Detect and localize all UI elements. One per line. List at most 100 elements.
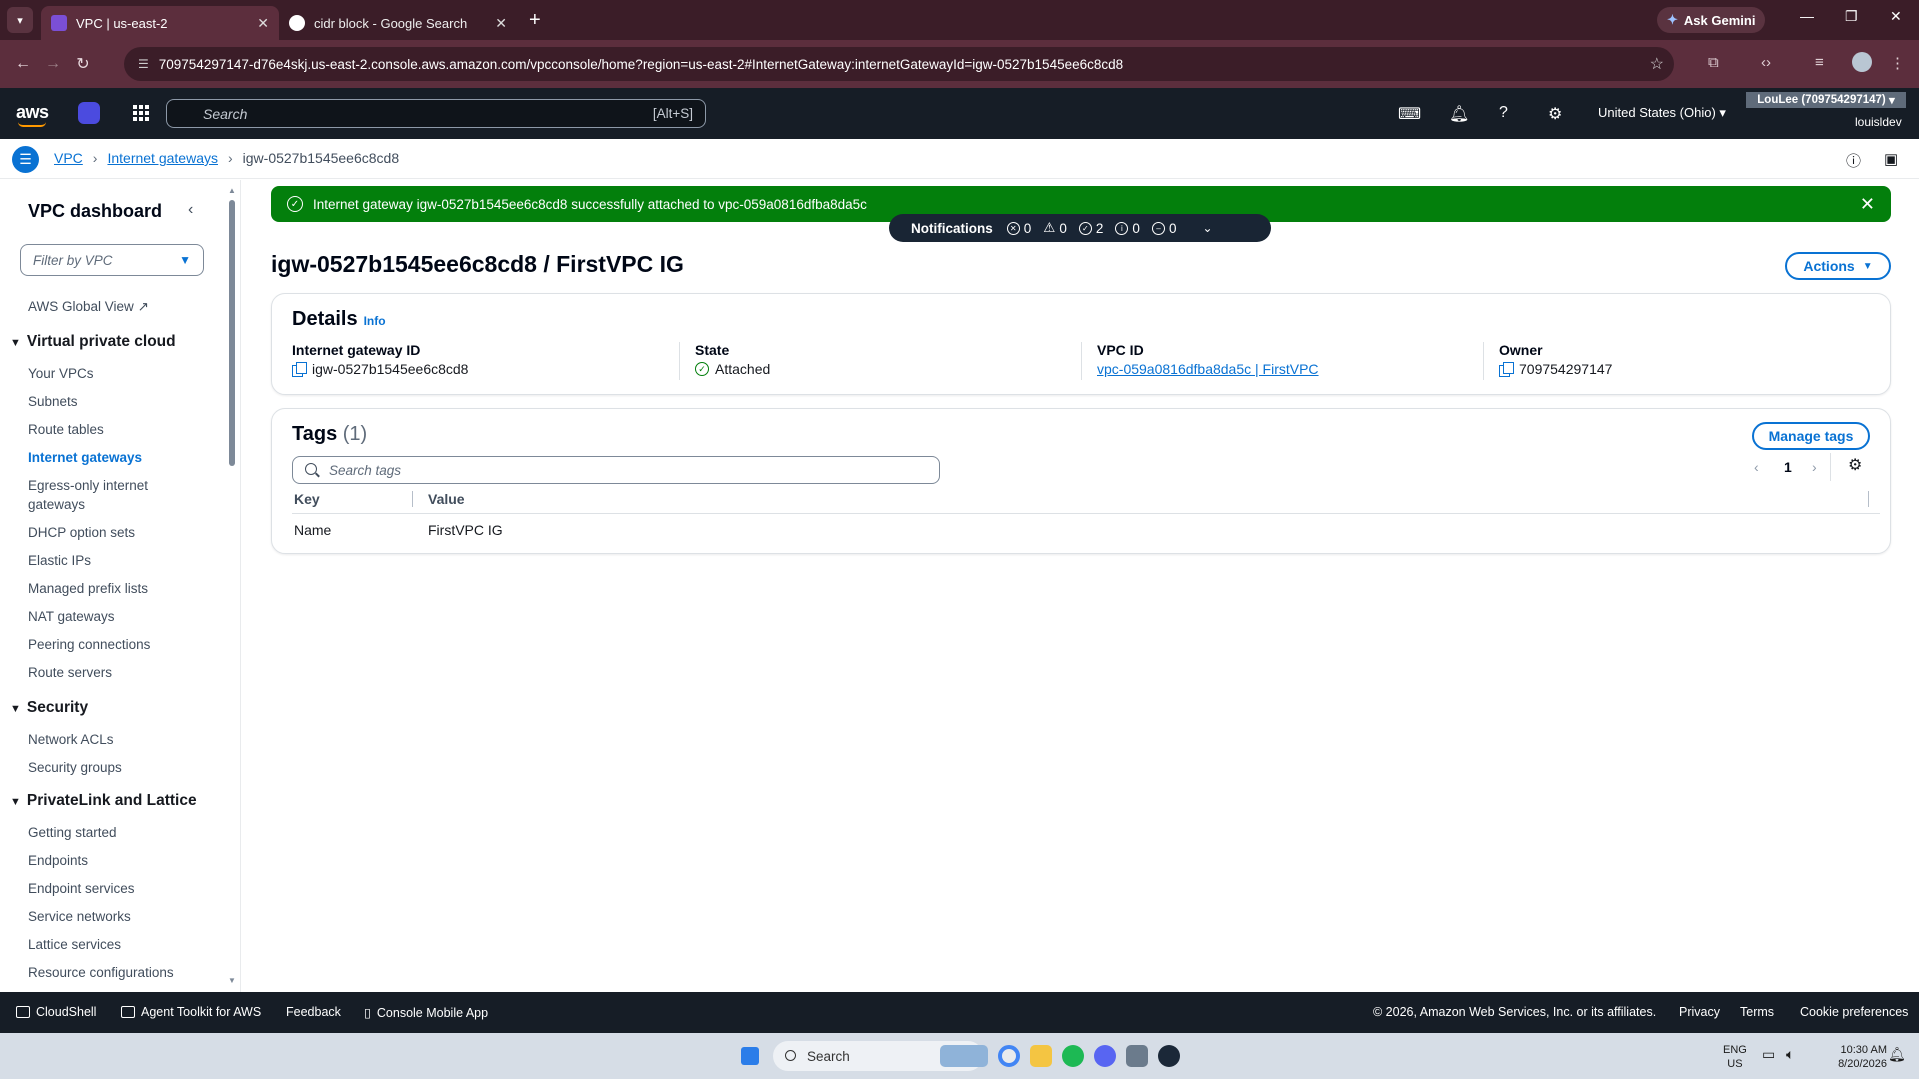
sidebar-item-your-vpcs[interactable]: Your VPCs xyxy=(28,364,198,383)
bookmark-star-icon[interactable]: ☆ xyxy=(1650,54,1664,74)
back-icon[interactable]: ← xyxy=(8,55,38,73)
chevron-down-icon[interactable]: ⌄ xyxy=(1202,221,1212,235)
sidebar-item-network-acls[interactable]: Network ACLs xyxy=(28,730,198,749)
aws-search-input[interactable]: Search [Alt+S] xyxy=(166,99,706,128)
breadcrumb-internet-gateways[interactable]: Internet gateways xyxy=(107,150,218,166)
cookie-preferences-link[interactable]: Cookie preferences xyxy=(1800,1005,1908,1019)
site-info-icon[interactable]: ☰ xyxy=(138,57,149,71)
help-icon[interactable]: ? xyxy=(1499,104,1508,122)
cloudshell-footer-button[interactable]: CloudShell xyxy=(16,1005,96,1019)
discord-icon[interactable] xyxy=(1094,1045,1116,1067)
close-tab-icon[interactable]: ✕ xyxy=(495,15,507,32)
browser-tab-vpc[interactable]: VPC | us-east-2 ✕ xyxy=(41,6,279,40)
copy-icon[interactable] xyxy=(292,362,307,377)
sidebar-item-nat-gateways[interactable]: NAT gateways xyxy=(28,607,198,626)
cloudshell-icon[interactable]: ⌨ xyxy=(1398,104,1421,124)
column-resizer[interactable] xyxy=(1868,491,1869,507)
volume-icon[interactable]: 🔈︎ xyxy=(1786,1047,1794,1061)
ask-gemini-button[interactable]: ✦ Ask Gemini xyxy=(1657,7,1766,33)
actions-button[interactable]: Actions ▼ xyxy=(1785,252,1891,280)
sidebar-section-security[interactable]: ▼ Security xyxy=(10,699,88,717)
sidebar-item-elastic-ips[interactable]: Elastic IPs xyxy=(28,551,198,570)
language-indicator[interactable]: ENG US xyxy=(1723,1043,1747,1071)
terms-link[interactable]: Terms xyxy=(1740,1005,1774,1019)
previous-page-icon[interactable]: ‹ xyxy=(1754,459,1759,475)
page-number[interactable]: 1 xyxy=(1784,459,1792,475)
details-info-link[interactable]: Info xyxy=(364,314,386,328)
next-page-icon[interactable]: › xyxy=(1812,459,1817,475)
search-tags-input[interactable]: Search tags xyxy=(292,456,940,484)
sidebar-item-service-networks[interactable]: Service networks xyxy=(28,907,198,926)
sidebar-item-security-groups[interactable]: Security groups xyxy=(28,758,198,777)
extensions-icon[interactable]: ⧉ xyxy=(1708,54,1719,71)
column-header-value[interactable]: Value xyxy=(428,491,465,507)
network-icon[interactable]: ▭ xyxy=(1762,1047,1775,1061)
collapse-sidebar-icon[interactable]: ‹ xyxy=(188,201,193,219)
windows-start-icon[interactable] xyxy=(741,1047,759,1065)
privacy-link[interactable]: Privacy xyxy=(1679,1005,1720,1019)
sidebar-item-subnets[interactable]: Subnets xyxy=(28,392,198,411)
sidebar-item-managed-prefix-lists[interactable]: Managed prefix lists xyxy=(28,579,198,598)
reload-icon[interactable]: ↻ xyxy=(68,54,98,74)
sidebar-item-dhcp-option-sets[interactable]: DHCP option sets xyxy=(28,523,198,542)
spotify-icon[interactable] xyxy=(1062,1045,1084,1067)
region-selector[interactable]: United States (Ohio) ▾ xyxy=(1598,105,1726,121)
new-tab-icon[interactable]: + xyxy=(529,9,541,32)
sidebar-item-egress-only-gateways[interactable]: Egress-only internet gateways xyxy=(28,476,178,514)
feedback-button[interactable]: Feedback xyxy=(286,1005,341,1019)
dismiss-flash-icon[interactable]: ✕ xyxy=(1860,194,1875,215)
sidebar-section-privatelink[interactable]: ▼ PrivateLink and Lattice xyxy=(10,792,197,810)
profile-avatar[interactable] xyxy=(1852,52,1872,72)
sidebar-item-global-view[interactable]: AWS Global View ↗ xyxy=(28,297,198,316)
settings-gear-icon[interactable]: ⚙ xyxy=(1548,104,1562,124)
manage-tags-button[interactable]: Manage tags xyxy=(1752,422,1870,450)
sidebar-item-endpoint-services[interactable]: Endpoint services xyxy=(28,879,198,898)
system-clock[interactable]: 10:30 AM 8/20/2026 xyxy=(1815,1043,1887,1071)
chrome-icon[interactable] xyxy=(998,1045,1020,1067)
restore-icon[interactable]: ❐ xyxy=(1845,8,1858,25)
sidebar-item-peering-connections[interactable]: Peering connections xyxy=(28,635,198,654)
file-explorer-icon[interactable] xyxy=(1030,1045,1052,1067)
sidebar-item-getting-started[interactable]: Getting started xyxy=(28,823,198,842)
copy-icon[interactable] xyxy=(1499,362,1514,377)
media-icon[interactable]: ≡ xyxy=(1815,54,1824,71)
sidebar-item-lattice-services[interactable]: Lattice services xyxy=(28,935,198,954)
filter-by-vpc-select[interactable]: Filter by VPC ▼ xyxy=(20,244,204,276)
services-grid-icon[interactable] xyxy=(133,105,149,121)
sidebar-item-internet-gateways[interactable]: Internet gateways xyxy=(28,448,198,467)
url-input[interactable]: ☰ 709754297147-d76e4skj.us-east-2.consol… xyxy=(124,47,1674,81)
column-resizer[interactable] xyxy=(412,491,413,507)
scroll-up-icon[interactable]: ▲ xyxy=(228,186,236,195)
mobile-app-button[interactable]: ▯ Console Mobile App xyxy=(364,1005,488,1021)
steam-icon[interactable] xyxy=(1158,1045,1180,1067)
close-window-icon[interactable]: ✕ xyxy=(1890,8,1902,25)
sidebar-scrollbar[interactable]: ▲ ▼ xyxy=(228,186,236,985)
aws-logo[interactable]: aws xyxy=(16,102,49,127)
sidebar-item-route-tables[interactable]: Route tables xyxy=(28,420,198,439)
amazon-q-icon[interactable] xyxy=(78,102,100,124)
camera-icon[interactable] xyxy=(1126,1045,1148,1067)
agent-toolkit-button[interactable]: Agent Toolkit for AWS xyxy=(121,1005,261,1019)
devtools-icon[interactable]: ‹› xyxy=(1761,54,1771,71)
column-header-key[interactable]: Key xyxy=(294,491,320,507)
sidebar-item-resource-configurations[interactable]: Resource configurations xyxy=(28,963,198,982)
tab-search-icon[interactable]: ▾ xyxy=(7,7,33,33)
info-panel-icon[interactable]: ⓘ xyxy=(1846,150,1861,171)
scroll-down-icon[interactable]: ▼ xyxy=(228,976,236,985)
table-preferences-gear-icon[interactable]: ⚙ xyxy=(1848,455,1862,475)
sidebar-item-endpoints[interactable]: Endpoints xyxy=(28,851,198,870)
tools-panel-icon[interactable]: ▣ xyxy=(1884,150,1898,168)
minimize-icon[interactable]: — xyxy=(1800,8,1814,24)
notification-center-icon[interactable]: 🔔︎ xyxy=(1888,1047,1906,1061)
browser-menu-icon[interactable]: ⋮ xyxy=(1890,54,1905,72)
browser-tab-google[interactable]: cidr block - Google Search ✕ xyxy=(279,6,517,40)
vpc-id-link[interactable]: vpc-059a0816dfba8da5c | FirstVPC xyxy=(1097,361,1319,377)
close-tab-icon[interactable]: ✕ xyxy=(257,15,269,32)
forward-icon[interactable]: → xyxy=(38,55,68,73)
sidebar-section-vpc[interactable]: ▼ Virtual private cloud xyxy=(10,333,176,351)
notifications-bell-icon[interactable]: 🔔︎ xyxy=(1449,104,1469,124)
sidebar-item-route-servers[interactable]: Route servers xyxy=(28,663,198,682)
notifications-bar[interactable]: Notifications ✕ 0 ⚠ 0 ✓ 2 i0 –0 ⌄ xyxy=(889,214,1271,242)
side-nav-toggle-icon[interactable]: ☰ xyxy=(12,146,39,173)
sidebar-title[interactable]: VPC dashboard xyxy=(28,201,162,222)
